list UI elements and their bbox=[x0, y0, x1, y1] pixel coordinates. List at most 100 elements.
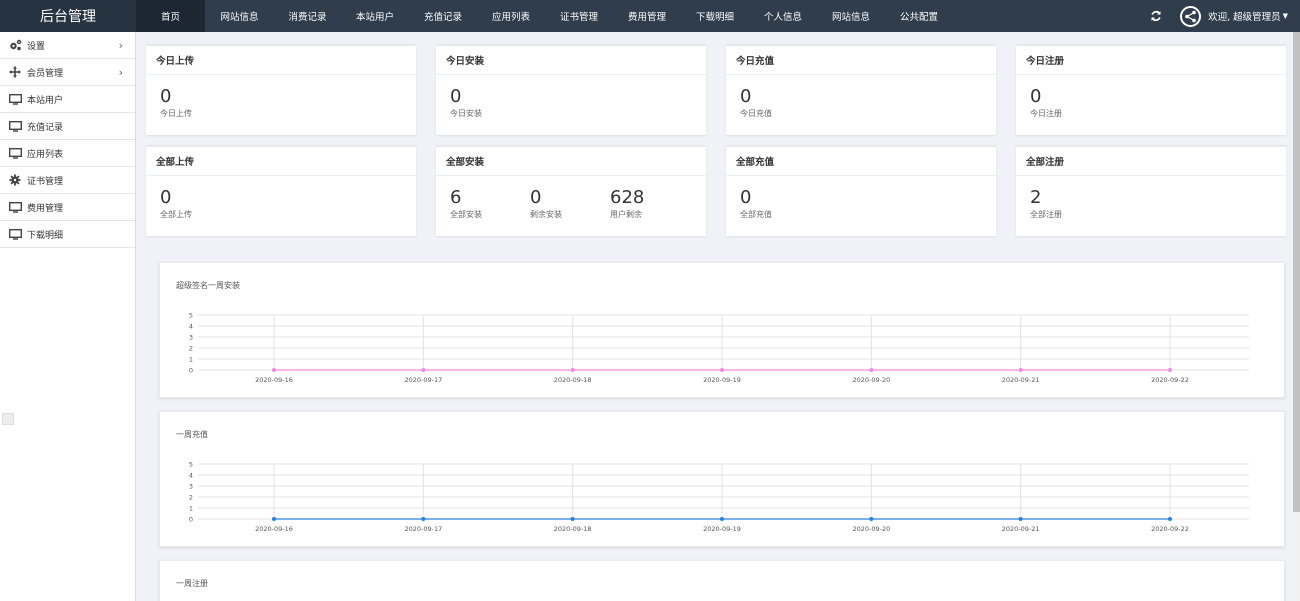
x-tick-label: 2020-09-20 bbox=[852, 525, 890, 533]
y-tick-label: 2 bbox=[189, 345, 193, 353]
chevron-right-icon: › bbox=[118, 39, 123, 52]
stat-value: 0 bbox=[450, 86, 462, 107]
card-today-recharge: 今日充值 0 今日充值 bbox=[726, 44, 996, 135]
data-point[interactable] bbox=[1168, 368, 1172, 372]
x-tick-label: 2020-09-18 bbox=[554, 376, 592, 384]
nav-item-consumption[interactable]: 消费记录 bbox=[274, 0, 341, 32]
nav-item-recharge[interactable]: 充值记录 bbox=[409, 0, 477, 32]
stat-value: 0 bbox=[1030, 86, 1042, 107]
y-tick-label: 1 bbox=[189, 505, 193, 513]
page-scrollbar[interactable] bbox=[1293, 32, 1300, 601]
nav-item-downloads[interactable]: 下载明细 bbox=[681, 0, 749, 32]
gears-icon bbox=[8, 38, 22, 52]
sidebar-item-label: 费用管理 bbox=[27, 203, 64, 214]
nav-item-site-info[interactable]: 网站信息 bbox=[205, 0, 274, 32]
monitor-icon bbox=[8, 200, 22, 214]
chart-weekly-install: 0 1 2 3 4 5 2020-09-16 2020-09-17 2020-09-18 2020… bbox=[189, 312, 1249, 384]
monitor-icon bbox=[8, 227, 22, 241]
data-point[interactable] bbox=[272, 368, 276, 372]
nav-item-site-info-2[interactable]: 网站信息 bbox=[817, 0, 885, 32]
data-point[interactable] bbox=[1018, 368, 1023, 372]
data-point[interactable] bbox=[869, 517, 874, 521]
sidebar-item-users[interactable]: 本站用户 bbox=[0, 86, 135, 113]
data-point[interactable] bbox=[720, 517, 724, 521]
sidebar-item-label: 下载明细 bbox=[27, 230, 64, 241]
y-tick-label: 0 bbox=[189, 516, 193, 524]
sidebar-item-apps[interactable]: 应用列表 bbox=[0, 140, 135, 167]
card-today-upload: 今日上传 0 今日上传 bbox=[146, 44, 416, 135]
card-title: 今日安装 bbox=[436, 46, 706, 75]
card-title: 今日上传 bbox=[146, 46, 416, 75]
data-point[interactable] bbox=[570, 517, 575, 521]
sidebar-item-label: 证书管理 bbox=[27, 176, 64, 187]
sidebar-item-fees[interactable]: 费用管理 bbox=[0, 194, 135, 221]
nav-item-certificates[interactable]: 证书管理 bbox=[545, 0, 613, 32]
x-tick-label: 2020-09-21 bbox=[1002, 376, 1040, 384]
nav-item-apps[interactable]: 应用列表 bbox=[477, 0, 545, 32]
stat: 0 全部上传 bbox=[160, 188, 192, 220]
data-point[interactable] bbox=[1168, 517, 1172, 521]
card-title: 今日充值 bbox=[726, 46, 996, 75]
sidebar-collapse-toggle[interactable] bbox=[2, 413, 14, 425]
sidebar-item-label: 设置 bbox=[27, 41, 46, 52]
chevron-right-icon: › bbox=[118, 66, 123, 79]
chart-panel-weekly-install: 超级签名一周安装 0 1 2 3 4 5 2020-09-16 2020-09-17 2020-… bbox=[159, 262, 1285, 398]
y-tick-label: 0 bbox=[189, 367, 193, 375]
stat: 0 今日注册 bbox=[1030, 87, 1062, 119]
data-point[interactable] bbox=[421, 517, 426, 521]
data-point[interactable] bbox=[421, 368, 426, 372]
y-tick-label: 3 bbox=[189, 334, 193, 342]
data-point[interactable] bbox=[869, 368, 874, 372]
gear-icon bbox=[8, 173, 22, 187]
nav-item-users[interactable]: 本站用户 bbox=[341, 0, 409, 32]
x-tick-label: 2020-09-19 bbox=[703, 525, 741, 533]
sidebar-item-members[interactable]: 会员管理 › bbox=[0, 59, 135, 86]
x-tick-label: 2020-09-22 bbox=[1151, 376, 1189, 384]
stat: 0 今日上传 bbox=[160, 87, 192, 119]
card-title: 全部充值 bbox=[726, 147, 996, 176]
data-point[interactable] bbox=[272, 517, 276, 521]
nav-item-profile[interactable]: 个人信息 bbox=[749, 0, 817, 32]
scrollbar-thumb[interactable] bbox=[1293, 32, 1300, 512]
stat-value: 2 bbox=[1030, 187, 1042, 208]
stat-value: 0 bbox=[740, 187, 752, 208]
x-tick-label: 2020-09-16 bbox=[255, 376, 293, 384]
data-point[interactable] bbox=[1018, 517, 1023, 521]
chart-panel-weekly-recharge: 一周充值 0 1 2 3 4 5 2020-09-16 2020-09-17 2020-09-1… bbox=[159, 411, 1285, 547]
sidebar-item-downloads[interactable]: 下载明细 bbox=[0, 221, 135, 248]
nav-item-fees[interactable]: 费用管理 bbox=[613, 0, 681, 32]
card-total-upload: 全部上传 0 全部上传 bbox=[146, 145, 416, 236]
stat-label: 用户剩余 bbox=[610, 210, 642, 219]
card-title: 全部安装 bbox=[436, 147, 706, 176]
sidebar-item-label: 应用列表 bbox=[27, 149, 64, 160]
x-tick-label: 2020-09-19 bbox=[703, 376, 741, 384]
x-tick-label: 2020-09-22 bbox=[1151, 525, 1189, 533]
x-tick-label: 2020-09-17 bbox=[404, 525, 442, 533]
y-tick-label: 4 bbox=[189, 323, 193, 331]
sidebar: 设置 › 会员管理 › 本站用户 充值记录 应用列表 证书管理 费用管理 下载明… bbox=[0, 32, 136, 601]
card-total-install: 全部安装 6 全部安装 0 剩余安装 628 用户剩余 bbox=[436, 145, 706, 236]
x-tick-label: 2020-09-21 bbox=[1002, 525, 1040, 533]
stat: 0 今日充值 bbox=[740, 87, 772, 119]
stat-value: 0 bbox=[160, 187, 172, 208]
refresh-icon[interactable] bbox=[1146, 0, 1166, 32]
x-tick-label: 2020-09-20 bbox=[852, 376, 890, 384]
stat-label: 剩余安装 bbox=[530, 210, 562, 219]
sidebar-item-settings[interactable]: 设置 › bbox=[0, 32, 135, 59]
sidebar-item-recharge[interactable]: 充值记录 bbox=[0, 113, 135, 140]
nav-item-public-config[interactable]: 公共配置 bbox=[885, 0, 953, 32]
stat-value: 0 bbox=[740, 86, 752, 107]
data-point[interactable] bbox=[570, 368, 575, 372]
stat: 0 今日安装 bbox=[450, 87, 482, 119]
top-navbar: 后台管理 首页 网站信息 消费记录 本站用户 充值记录 应用列表 证书管理 费用… bbox=[0, 0, 1300, 32]
data-point[interactable] bbox=[720, 368, 724, 372]
sidebar-item-certificates[interactable]: 证书管理 bbox=[0, 167, 135, 194]
stat: 0 全部充值 bbox=[740, 188, 772, 220]
nav-item-home[interactable]: 首页 bbox=[136, 0, 205, 32]
chart-title: 一周注册 bbox=[176, 579, 208, 588]
stat-label: 今日充值 bbox=[740, 109, 772, 118]
card-title: 今日注册 bbox=[1016, 46, 1286, 75]
sidebar-item-label: 本站用户 bbox=[27, 95, 64, 106]
user-menu[interactable]: 欢迎, 超级管理员 ▼ bbox=[1180, 5, 1288, 27]
brand-logo[interactable]: 后台管理 bbox=[0, 0, 136, 32]
